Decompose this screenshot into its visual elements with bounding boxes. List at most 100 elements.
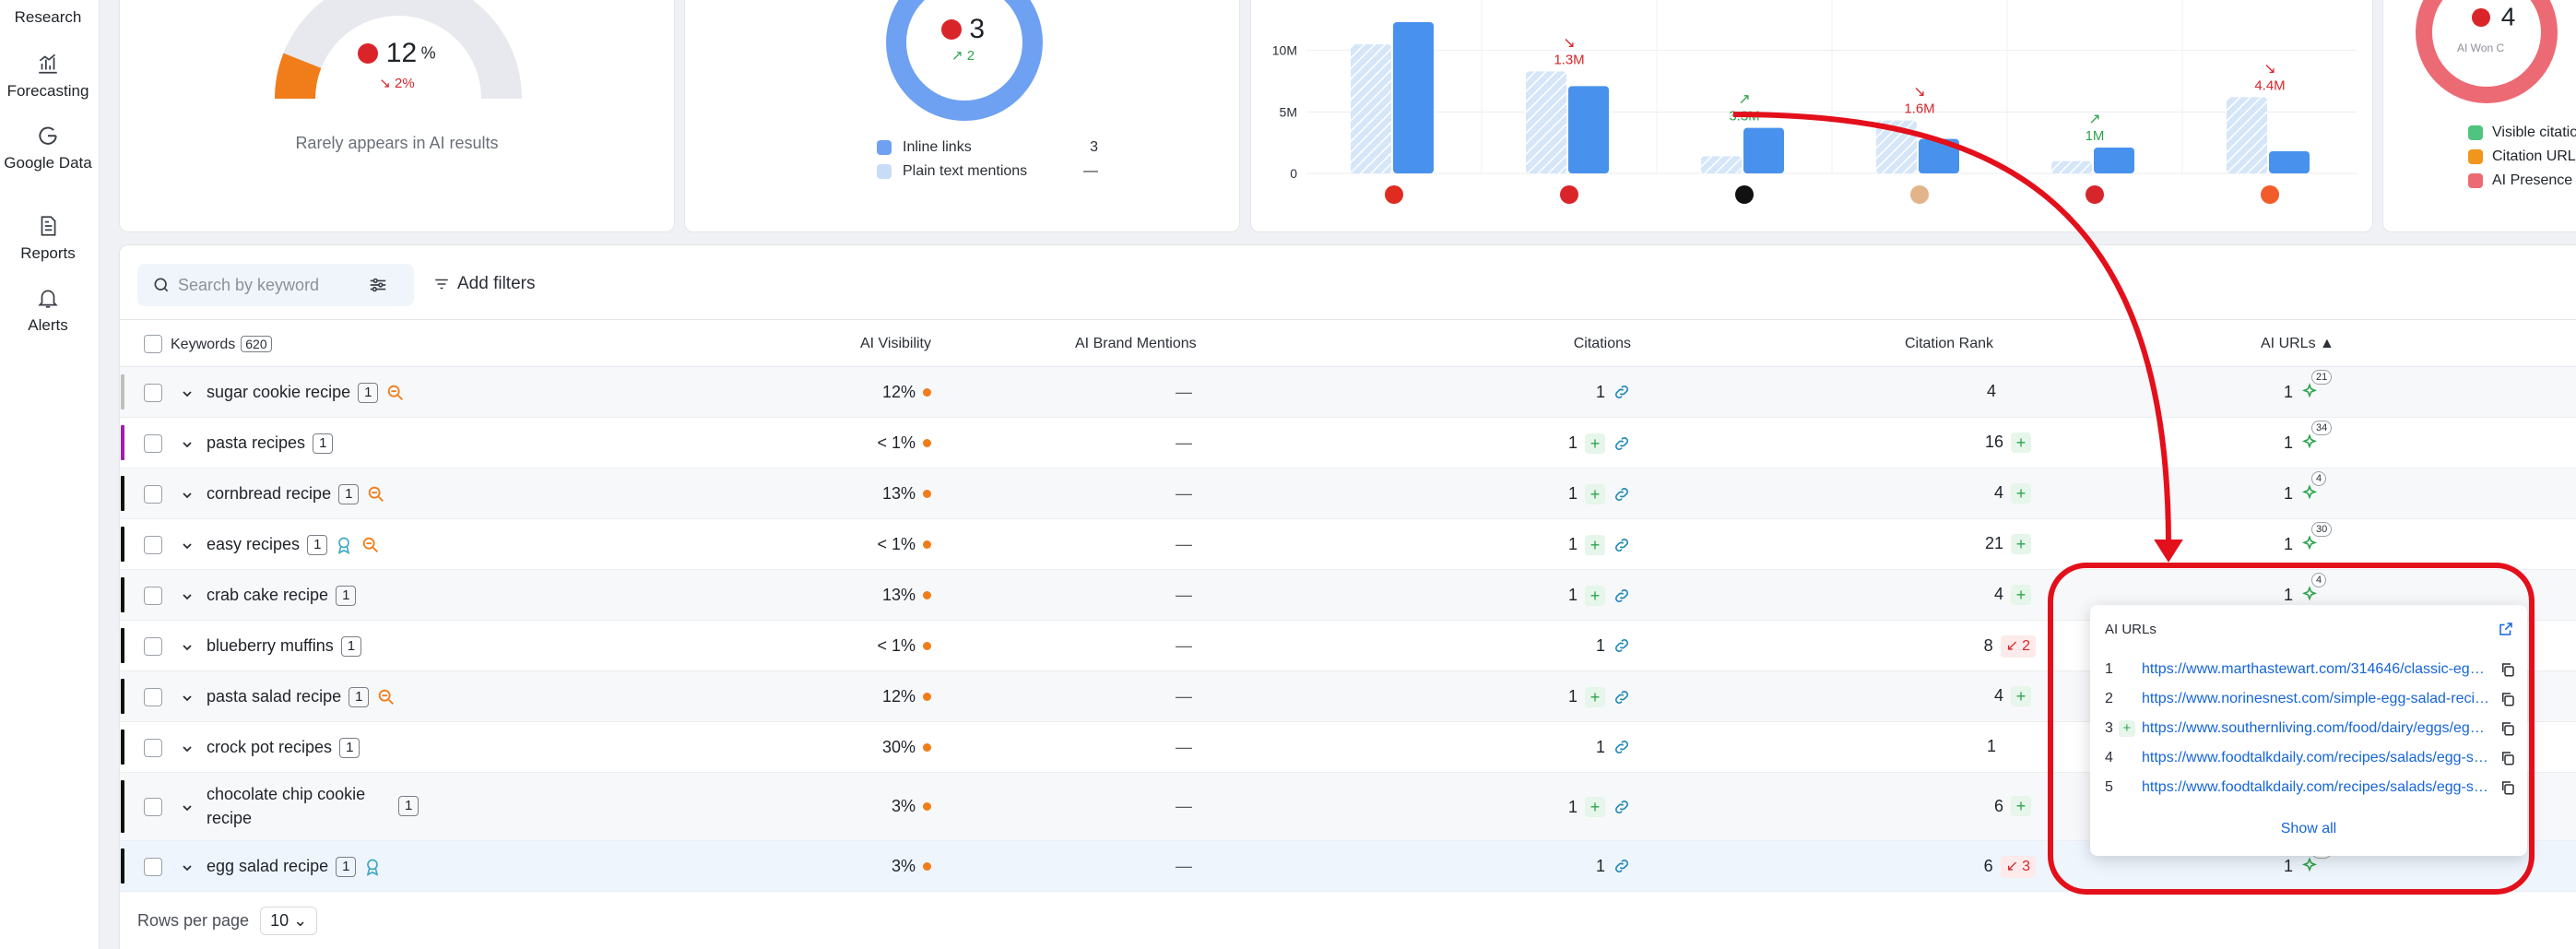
visibility-dot <box>923 438 931 447</box>
ai-urls-cell[interactable]: 14 <box>2284 471 2327 504</box>
select-all-checkbox[interactable] <box>144 335 162 353</box>
expand-chevron-icon[interactable] <box>182 540 193 552</box>
header-citations[interactable]: Citations <box>1574 336 1631 352</box>
sparkle-chat-icon: 4 <box>2300 471 2327 503</box>
link-icon[interactable] <box>1613 536 1631 554</box>
row-checkbox[interactable] <box>144 798 162 816</box>
sidebar-item-research[interactable]: Research <box>0 7 96 27</box>
expand-chevron-icon[interactable] <box>182 388 193 399</box>
table-row[interactable]: easy recipes 1 < 1% — 1 + 21 + 1 30 <box>120 519 2576 570</box>
table-row[interactable]: sugar cookie recipe 1 12% — 1 4 1 21 <box>120 367 2576 418</box>
link-icon[interactable] <box>1613 738 1631 756</box>
header-ai-urls[interactable]: AI URLs ▲ <box>2261 336 2334 352</box>
row-checkbox[interactable] <box>144 636 162 656</box>
keyword-text[interactable]: pasta salad recipe <box>207 687 341 706</box>
link-icon[interactable] <box>1613 857 1631 875</box>
ai-urls-cell[interactable]: 14 <box>2284 573 2327 605</box>
bar-previous <box>1876 120 1917 173</box>
keyword-text[interactable]: crab cake recipe <box>207 586 328 605</box>
link-icon[interactable] <box>1613 383 1631 401</box>
row-checkbox[interactable] <box>144 484 162 504</box>
trend-down-icon: ↘ <box>379 76 391 91</box>
sidebar-item-reports[interactable]: Reports <box>0 214 96 263</box>
copy-icon[interactable] <box>2499 750 2516 766</box>
keyword-text[interactable]: egg salad recipe <box>207 857 328 876</box>
header-citation-rank[interactable]: Citation Rank <box>1905 336 1993 352</box>
sidebar-item-google-data[interactable]: Google Data <box>0 124 96 172</box>
keyword-text[interactable]: cornbread recipe <box>207 484 331 504</box>
keyword-text[interactable]: blueberry muffins <box>207 636 334 656</box>
sparkle-chat-icon: 30 <box>2300 522 2333 553</box>
keyword-cell: blueberry muffins 1 <box>207 635 362 657</box>
header-keywords[interactable]: Keywords 620 <box>171 336 272 353</box>
url-link[interactable]: https://www.southernliving.com/food/dair… <box>2142 720 2490 737</box>
expand-chevron-icon[interactable] <box>182 862 193 873</box>
row-checkbox[interactable] <box>144 857 162 876</box>
keyword-text[interactable]: sugar cookie recipe <box>207 383 350 402</box>
ai-search-icon <box>388 385 404 400</box>
expand-chevron-icon[interactable] <box>182 743 193 754</box>
ai-urls-cell[interactable]: 124 <box>2284 844 2333 876</box>
row-checkbox[interactable] <box>144 586 162 605</box>
external-link-icon[interactable] <box>2498 621 2514 637</box>
url-link[interactable]: https://www.foodtalkdaily.com/recipes/sa… <box>2142 779 2490 796</box>
link-icon[interactable] <box>1613 587 1631 605</box>
rows-per-page-select[interactable]: 10 ⌄ <box>260 907 318 935</box>
show-all-link[interactable]: Show all <box>2090 821 2527 837</box>
url-link[interactable]: https://www.foodtalkdaily.com/recipes/sa… <box>2142 750 2490 766</box>
row-checkbox[interactable] <box>144 687 162 706</box>
sidebar-item-alerts[interactable]: Alerts <box>0 286 96 335</box>
ai-urls-cell[interactable]: 1 30 <box>2284 522 2333 554</box>
link-icon[interactable] <box>1613 798 1631 816</box>
copy-icon[interactable] <box>2499 661 2516 678</box>
link-icon[interactable] <box>1613 485 1631 504</box>
sparkle-chat-icon: 24 <box>2300 844 2333 875</box>
table-row[interactable]: pasta recipes 1 < 1% — 1 + 16 + 1 34 <box>120 418 2576 469</box>
expand-chevron-icon[interactable] <box>182 439 193 450</box>
row-checkbox[interactable] <box>144 535 162 554</box>
keyword-cell: egg salad recipe 1 <box>207 856 382 877</box>
visibility-cell: 13% <box>882 484 931 504</box>
chart-icon <box>39 53 57 74</box>
keyword-text[interactable]: crock pot recipes <box>207 738 332 757</box>
expand-chevron-icon[interactable] <box>182 693 193 704</box>
keyword-text[interactable]: easy recipes <box>207 535 300 554</box>
ai-urls-cell[interactable]: 1 34 <box>2284 421 2333 453</box>
expand-chevron-icon[interactable] <box>182 490 193 501</box>
sidebar-item-forecasting[interactable]: Forecasting <box>0 52 96 101</box>
new-plus-icon: + <box>2011 685 2031 706</box>
copy-icon[interactable] <box>2499 691 2516 707</box>
citation-rank-cell: 16 + <box>1985 432 2031 453</box>
popup-title: AI URLs <box>2105 622 2157 637</box>
keyword-cell: pasta recipes 1 <box>207 433 334 454</box>
search-input[interactable] <box>178 275 362 295</box>
expand-chevron-icon[interactable] <box>182 591 193 602</box>
keyword-text[interactable]: pasta recipes <box>207 433 305 453</box>
row-checkbox[interactable] <box>144 738 162 757</box>
url-link[interactable]: https://www.norinesnest.com/simple-egg-s… <box>2142 691 2490 707</box>
settings-sliders-icon[interactable] <box>368 275 388 295</box>
row-checkbox[interactable] <box>144 433 162 453</box>
link-icon[interactable] <box>1613 636 1631 655</box>
copy-icon[interactable] <box>2499 779 2516 796</box>
header-ai-brand-mentions[interactable]: AI Brand Mentions <box>1075 336 1197 352</box>
table-row[interactable]: cornbread recipe 1 13% —1 +4 +1 4 <box>120 469 2576 519</box>
ai-urls-cell[interactable]: 1 21 <box>2284 370 2333 402</box>
chevron-down-icon: ⌄ <box>293 911 308 930</box>
url-link[interactable]: https://www.marthastewart.com/314646/cla… <box>2142 661 2490 678</box>
legend-swatch <box>2468 125 2483 140</box>
link-icon[interactable] <box>1613 434 1631 453</box>
citations-change: ↗ 2 <box>951 48 975 64</box>
copy-icon[interactable] <box>2499 720 2516 737</box>
keyword-text[interactable]: chocolate chip cookie recipe <box>207 782 391 830</box>
header-ai-visibility[interactable]: AI Visibility <box>860 336 931 352</box>
row-checkbox[interactable] <box>144 383 162 402</box>
legend-plain-text: Plain text mentions — <box>877 163 1098 180</box>
expand-chevron-icon[interactable] <box>182 642 193 653</box>
link-icon[interactable] <box>1613 688 1631 706</box>
citation-rank-cell: 8 ↙ 2 <box>1984 635 2036 658</box>
row-color-bar <box>121 780 124 833</box>
expand-chevron-icon[interactable] <box>182 802 193 813</box>
add-filters-button[interactable]: Add filters <box>433 274 535 294</box>
keyword-count-badge: 1 <box>336 856 357 877</box>
